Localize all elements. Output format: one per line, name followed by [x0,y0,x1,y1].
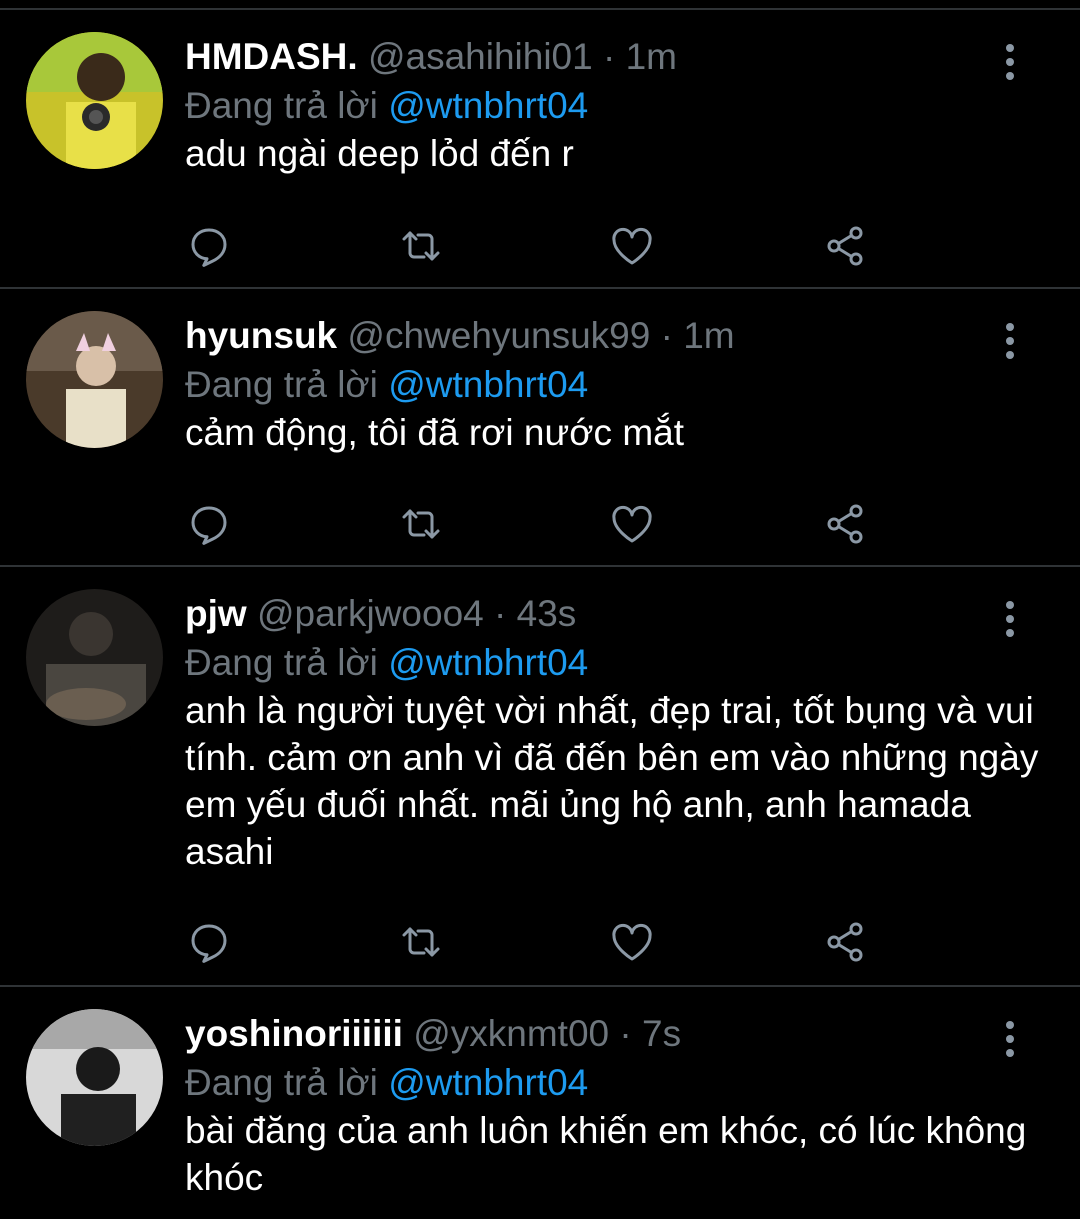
user-handle[interactable]: @asahihihi01 [368,36,593,77]
more-vertical-icon[interactable] [990,1017,1030,1061]
avatar[interactable] [26,1009,163,1146]
tweet-header: HMDASH. @asahihihi01 · 1m [185,32,677,82]
tweet-header: hyunsuk @chwehyunsuk99 · 1m [185,311,735,361]
avatar[interactable] [26,589,163,726]
display-name[interactable]: hyunsuk [185,315,337,356]
reply-icon[interactable] [184,221,234,271]
tweet-text: anh là người tuyệt vời nhất, đẹp trai, t… [185,690,1039,872]
tweet-actions [0,221,1080,271]
reply-mention-link[interactable]: @wtnbhrt04 [388,1062,588,1103]
reply-prefix: Đang trả lời [185,85,378,126]
tweet-actions [0,499,1080,549]
tweet-actions [0,917,1080,967]
reply-icon[interactable] [184,917,234,967]
tweet-text: cảm động, tôi đã rơi nước mắt [185,412,684,453]
tweet-text: adu ngài deep lỏd đến r [185,133,574,174]
reply-mention-link[interactable]: @wtnbhrt04 [388,642,588,683]
more-vertical-icon[interactable] [990,597,1030,641]
reply-prefix: Đang trả lời [185,642,378,683]
timestamp[interactable]: 7s [642,1013,681,1054]
reply-context: Đang trả lời @wtnbhrt04 [185,1058,588,1108]
more-vertical-icon[interactable] [990,40,1030,84]
tweet[interactable]: yoshinoriiiiii @yxknmt00 · 7s Đang trả l… [0,987,1080,1219]
avatar[interactable] [26,32,163,169]
heart-icon[interactable] [607,221,657,271]
reply-icon[interactable] [184,499,234,549]
separator: · [660,315,673,356]
more-vertical-icon[interactable] [990,319,1030,363]
reply-mention-link[interactable]: @wtnbhrt04 [388,85,588,126]
timestamp[interactable]: 43s [517,593,577,634]
reply-context: Đang trả lời @wtnbhrt04 [185,360,588,410]
display-name[interactable]: yoshinoriiiiii [185,1013,403,1054]
reply-prefix: Đang trả lời [185,364,378,405]
tweet[interactable]: pjw @parkjwooo4 · 43s Đang trả lời @wtnb… [0,567,1080,987]
share-icon[interactable] [820,499,870,549]
display-name[interactable]: HMDASH. [185,36,358,77]
tweet-text: bài đăng của anh luôn khiến em khóc, có … [185,1110,1027,1198]
retweet-icon[interactable] [396,221,446,271]
timestamp[interactable]: 1m [626,36,677,77]
user-handle[interactable]: @parkjwooo4 [257,593,484,634]
share-icon[interactable] [820,221,870,271]
reply-context: Đang trả lời @wtnbhrt04 [185,81,588,131]
timestamp[interactable]: 1m [683,315,734,356]
user-handle[interactable]: @yxknmt00 [413,1013,609,1054]
separator: · [494,593,507,634]
reply-mention-link[interactable]: @wtnbhrt04 [388,364,588,405]
heart-icon[interactable] [607,917,657,967]
separator: · [619,1013,632,1054]
avatar[interactable] [26,311,163,448]
user-handle[interactable]: @chwehyunsuk99 [347,315,650,356]
tweet[interactable]: HMDASH. @asahihihi01 · 1m Đang trả lời @… [0,10,1080,289]
reply-context: Đang trả lời @wtnbhrt04 [185,638,588,688]
display-name[interactable]: pjw [185,593,247,634]
separator: · [603,36,616,77]
retweet-icon[interactable] [396,499,446,549]
tweet-header: pjw @parkjwooo4 · 43s [185,589,576,639]
tweet-header: yoshinoriiiiii @yxknmt00 · 7s [185,1009,681,1059]
heart-icon[interactable] [607,499,657,549]
retweet-icon[interactable] [396,917,446,967]
share-icon[interactable] [820,917,870,967]
reply-prefix: Đang trả lời [185,1062,378,1103]
tweet[interactable]: hyunsuk @chwehyunsuk99 · 1m Đang trả lời… [0,289,1080,567]
